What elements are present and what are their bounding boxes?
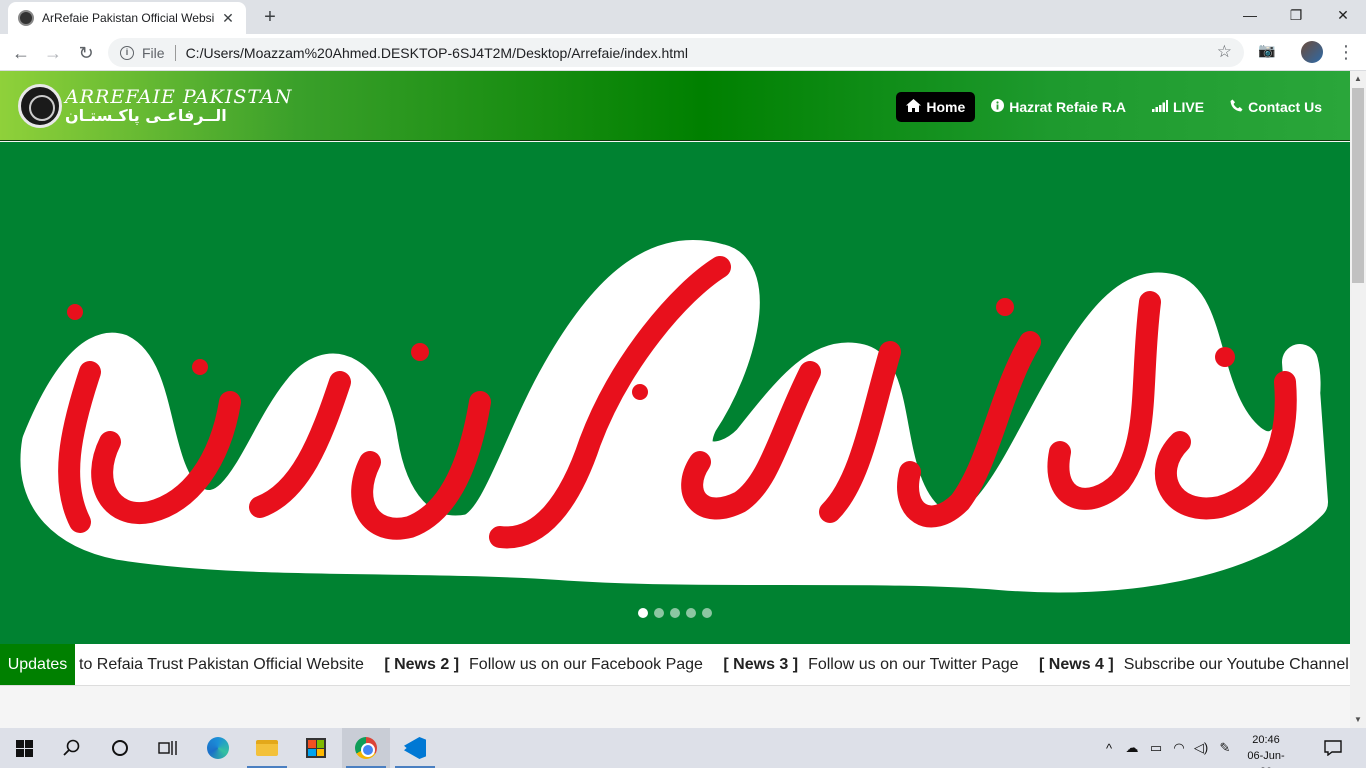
news-text[interactable]: Subscribe our Youtube Channel [1124, 656, 1349, 673]
nav-live-label: LIVE [1172, 99, 1205, 115]
page-scrollbar[interactable]: ▲ ▼ [1350, 71, 1366, 728]
camera-icon[interactable]: 📷 [1258, 42, 1275, 59]
nav-home[interactable]: Home [896, 92, 976, 122]
reload-icon[interactable]: ↻ [73, 40, 99, 66]
brand-title-urdu: الــرفاعـی پاکـستـان [65, 106, 227, 125]
news-text[interactable]: Follow us on our Facebook Page [469, 656, 703, 673]
minimize-icon[interactable]: — [1227, 0, 1273, 30]
news-text[interactable]: Follow us on our Twitter Page [808, 656, 1018, 673]
scroll-thumb[interactable] [1352, 88, 1364, 283]
address-bar[interactable]: i File C:/Users/Moazzam%20Ahmed.DESKTOP-… [108, 38, 1244, 67]
updates-ticker: Updates to Refaia Trust Pakistan Officia… [0, 644, 1350, 686]
close-tab-icon[interactable]: ✕ [220, 10, 236, 27]
store-icon [306, 738, 326, 758]
ticker-lead-text[interactable]: to Refaia Trust Pakistan Official Websit… [79, 656, 364, 673]
new-tab-button[interactable]: + [258, 5, 282, 29]
site-navbar: ARREFAIE PAKISTAN الــرفاعـی پاکـستـان H… [0, 71, 1350, 141]
edge-app[interactable] [194, 728, 242, 768]
info-icon[interactable]: i [120, 45, 134, 60]
chrome-app[interactable] [342, 728, 390, 768]
page-viewport: ARREFAIE PAKISTAN الــرفاعـی پاکـستـان H… [0, 71, 1350, 728]
hero-carousel[interactable] [0, 142, 1350, 644]
carousel-dot-3[interactable] [670, 608, 680, 618]
clock-date: 06-Jun-20 [1247, 750, 1285, 768]
volume-icon[interactable]: ◁) [1190, 740, 1212, 756]
nav-contact[interactable]: Contact Us [1220, 92, 1332, 122]
nav-hazrat-refaie-label: Hazrat Refaie R.A [1009, 99, 1126, 115]
news-tag: [ News 4 ] [1039, 656, 1114, 673]
nav-hazrat-refaie[interactable]: Hazrat Refaie R.A [981, 92, 1136, 122]
cloud-icon[interactable]: ☁ [1120, 740, 1144, 756]
store-app[interactable] [292, 728, 340, 768]
carousel-dot-4[interactable] [686, 608, 696, 618]
edge-icon [207, 737, 229, 759]
windows-icon [15, 739, 33, 757]
carousel-dot-2[interactable] [654, 608, 664, 618]
chrome-icon [355, 737, 377, 759]
url-text[interactable]: C:/Users/Moazzam%20Ahmed.DESKTOP-6SJ4T2M… [186, 45, 688, 61]
tab-strip: ArRefaie Pakistan Official Website ✕ + —… [0, 0, 1366, 34]
back-icon[interactable]: ← [8, 40, 34, 66]
nav-links: Home Hazrat Refaie R.A LIVE Contact Us [896, 92, 1332, 122]
browser-tab[interactable]: ArRefaie Pakistan Official Website ✕ [8, 2, 246, 34]
site-favicon-icon [18, 10, 34, 26]
notification-icon[interactable] [1310, 728, 1356, 768]
ticker-label: Updates [0, 644, 75, 685]
wifi-icon[interactable]: ◠ [1168, 740, 1190, 756]
taskbar: ^ ☁ ▭ ◠ ◁) ✎ 20:46 06-Jun-20 [0, 728, 1366, 768]
pen-icon[interactable]: ✎ [1212, 740, 1238, 756]
search-icon[interactable] [48, 728, 96, 768]
window-close-icon[interactable]: ✕ [1320, 0, 1366, 30]
start-button[interactable] [0, 728, 48, 768]
system-tray: ^ ☁ ▭ ◠ ◁) ✎ [1098, 728, 1238, 768]
news-tag: [ News 2 ] [384, 656, 460, 673]
star-icon[interactable]: ☆ [1217, 42, 1232, 62]
tab-title: ArRefaie Pakistan Official Website [42, 11, 214, 25]
battery-icon[interactable]: ▭ [1144, 740, 1168, 756]
calligraphy-banner [20, 240, 1328, 593]
nav-contact-label: Contact Us [1248, 99, 1322, 115]
scroll-up-icon[interactable]: ▲ [1350, 71, 1366, 87]
phone-icon [1230, 99, 1243, 115]
home-icon [906, 99, 922, 115]
carousel-indicators [638, 608, 712, 618]
nav-home-label: Home [926, 99, 966, 115]
info-circle-icon [991, 99, 1005, 115]
restore-icon[interactable]: ❐ [1273, 0, 1319, 30]
forward-icon[interactable]: → [40, 40, 66, 66]
file-explorer-app[interactable] [243, 728, 291, 768]
clock[interactable]: 20:46 06-Jun-20 [1244, 732, 1288, 768]
profile-avatar[interactable] [1301, 41, 1323, 63]
chevron-up-icon[interactable]: ^ [1098, 741, 1120, 756]
menu-icon[interactable]: ⋮ [1337, 40, 1355, 64]
divider [174, 44, 176, 61]
carousel-dot-1[interactable] [638, 608, 648, 618]
ticker-track: to Refaia Trust Pakistan Official Websit… [79, 644, 1350, 685]
task-view-icon[interactable] [144, 728, 192, 768]
vscode-icon [404, 737, 426, 759]
nav-live[interactable]: LIVE [1142, 92, 1214, 122]
news-tag: [ News 3 ] [723, 656, 799, 673]
brand-title[interactable]: ARREFAIE PAKISTAN [65, 86, 292, 108]
clock-time: 20:46 [1252, 734, 1280, 746]
folder-icon [256, 740, 278, 756]
signal-icon [1151, 99, 1168, 115]
carousel-dot-5[interactable] [702, 608, 712, 618]
scheme-label: File [142, 44, 165, 61]
brand-logo[interactable] [18, 84, 62, 128]
vscode-app[interactable] [391, 728, 439, 768]
browser-toolbar: ← → ↻ i File C:/Users/Moazzam%20Ahmed.DE… [0, 34, 1366, 71]
scroll-down-icon[interactable]: ▼ [1350, 712, 1366, 728]
cortana-icon[interactable] [96, 728, 144, 768]
